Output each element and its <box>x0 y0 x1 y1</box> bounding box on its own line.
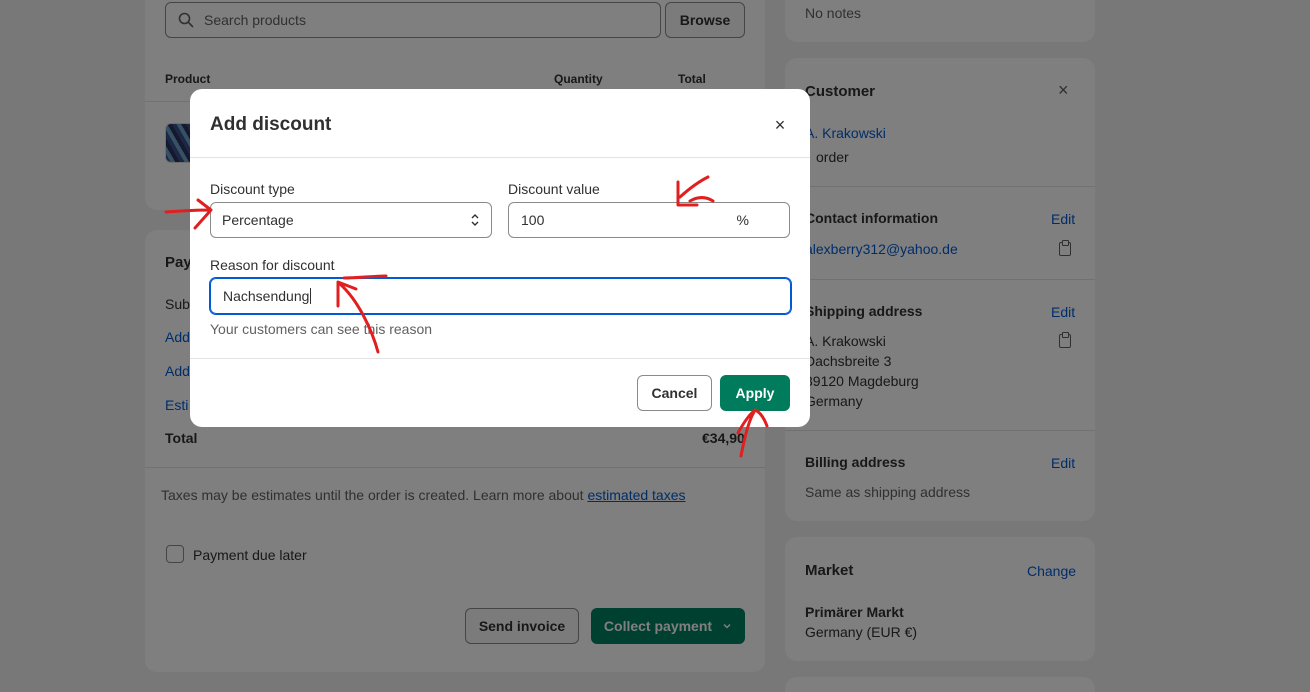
discount-value-input[interactable]: 100 % <box>508 202 790 238</box>
reason-input[interactable]: Nachsendung <box>210 278 791 314</box>
discount-type-select[interactable]: Percentage <box>210 202 492 238</box>
modal-header-divider <box>190 157 810 158</box>
discount-value-label: Discount value <box>508 181 600 197</box>
percent-suffix: % <box>736 212 749 228</box>
modal-footer-divider <box>190 358 810 359</box>
reason-help-text: Your customers can see this reason <box>210 321 433 337</box>
add-discount-modal: Add discount × Discount type Percentage … <box>190 89 810 427</box>
close-icon[interactable]: × <box>768 113 792 137</box>
discount-type-value: Percentage <box>222 212 294 228</box>
cancel-button[interactable]: Cancel <box>637 375 712 411</box>
select-arrows-icon <box>471 214 479 226</box>
modal-title: Add discount <box>210 114 332 135</box>
discount-type-label: Discount type <box>210 181 295 197</box>
reason-value: Nachsendung <box>223 288 310 304</box>
apply-button[interactable]: Apply <box>720 375 790 411</box>
text-caret <box>310 288 312 304</box>
reason-label: Reason for discount <box>210 257 335 273</box>
discount-value-text: 100 <box>521 212 545 228</box>
